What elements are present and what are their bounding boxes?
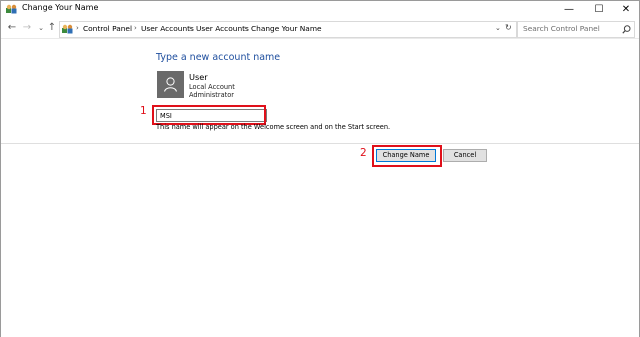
- breadcrumb-separator: ›: [189, 24, 192, 32]
- refresh-icon[interactable]: ↻: [505, 23, 512, 32]
- account-type: Local Account: [189, 83, 235, 91]
- close-button[interactable]: ✕: [612, 1, 640, 18]
- step-1-highlight: [152, 105, 266, 125]
- maximize-button[interactable]: ☐: [585, 1, 613, 18]
- title-bar: Change Your Name — ☐ ✕: [1, 1, 639, 18]
- breadcrumb-user-accounts[interactable]: User Accounts: [141, 24, 194, 33]
- minimize-button[interactable]: —: [555, 1, 583, 18]
- breadcrumb-separator: ›: [134, 24, 137, 32]
- name-note: This name will appear on the Welcome scr…: [156, 123, 391, 131]
- step-2-highlight: [372, 145, 442, 167]
- divider: [1, 143, 639, 144]
- page-heading: Type a new account name: [156, 52, 281, 63]
- change-your-name-window: Change Your Name — ☐ ✕ ← → ⌄ ↑ › Control…: [0, 0, 640, 337]
- up-arrow-icon[interactable]: ↑: [46, 22, 58, 34]
- user-name: User: [189, 72, 208, 82]
- breadcrumb-user-accounts-2[interactable]: User Accounts: [196, 24, 249, 33]
- search-icon[interactable]: [622, 25, 631, 34]
- avatar: [157, 71, 184, 98]
- user-accounts-icon: [62, 24, 73, 34]
- breadcrumb-separator: ›: [244, 24, 247, 32]
- breadcrumb-control-panel[interactable]: Control Panel: [83, 24, 132, 33]
- forward-arrow-icon[interactable]: →: [21, 22, 33, 34]
- account-role: Administrator: [189, 91, 234, 99]
- step-1-marker: 1: [140, 105, 147, 117]
- breadcrumb-change-your-name[interactable]: Change Your Name: [251, 24, 322, 33]
- search-input[interactable]: Search Control Panel: [523, 24, 600, 33]
- step-2-marker: 2: [360, 147, 367, 159]
- content-area: Type a new account name User Local Accou…: [1, 38, 639, 337]
- cancel-button[interactable]: Cancel: [443, 149, 487, 162]
- user-accounts-icon: [6, 4, 17, 14]
- address-path[interactable]: › Control Panel › User Accounts › User A…: [59, 21, 517, 38]
- window-title: Change Your Name: [22, 3, 99, 12]
- breadcrumb-separator: ›: [76, 24, 79, 32]
- user-avatar-icon: [164, 77, 177, 92]
- back-arrow-icon[interactable]: ←: [6, 22, 18, 34]
- address-bar: ← → ⌄ ↑ › Control Panel › User Accounts …: [1, 18, 639, 38]
- search-box[interactable]: Search Control Panel: [517, 21, 635, 38]
- dropdown-chevron-icon[interactable]: ⌄: [495, 24, 501, 32]
